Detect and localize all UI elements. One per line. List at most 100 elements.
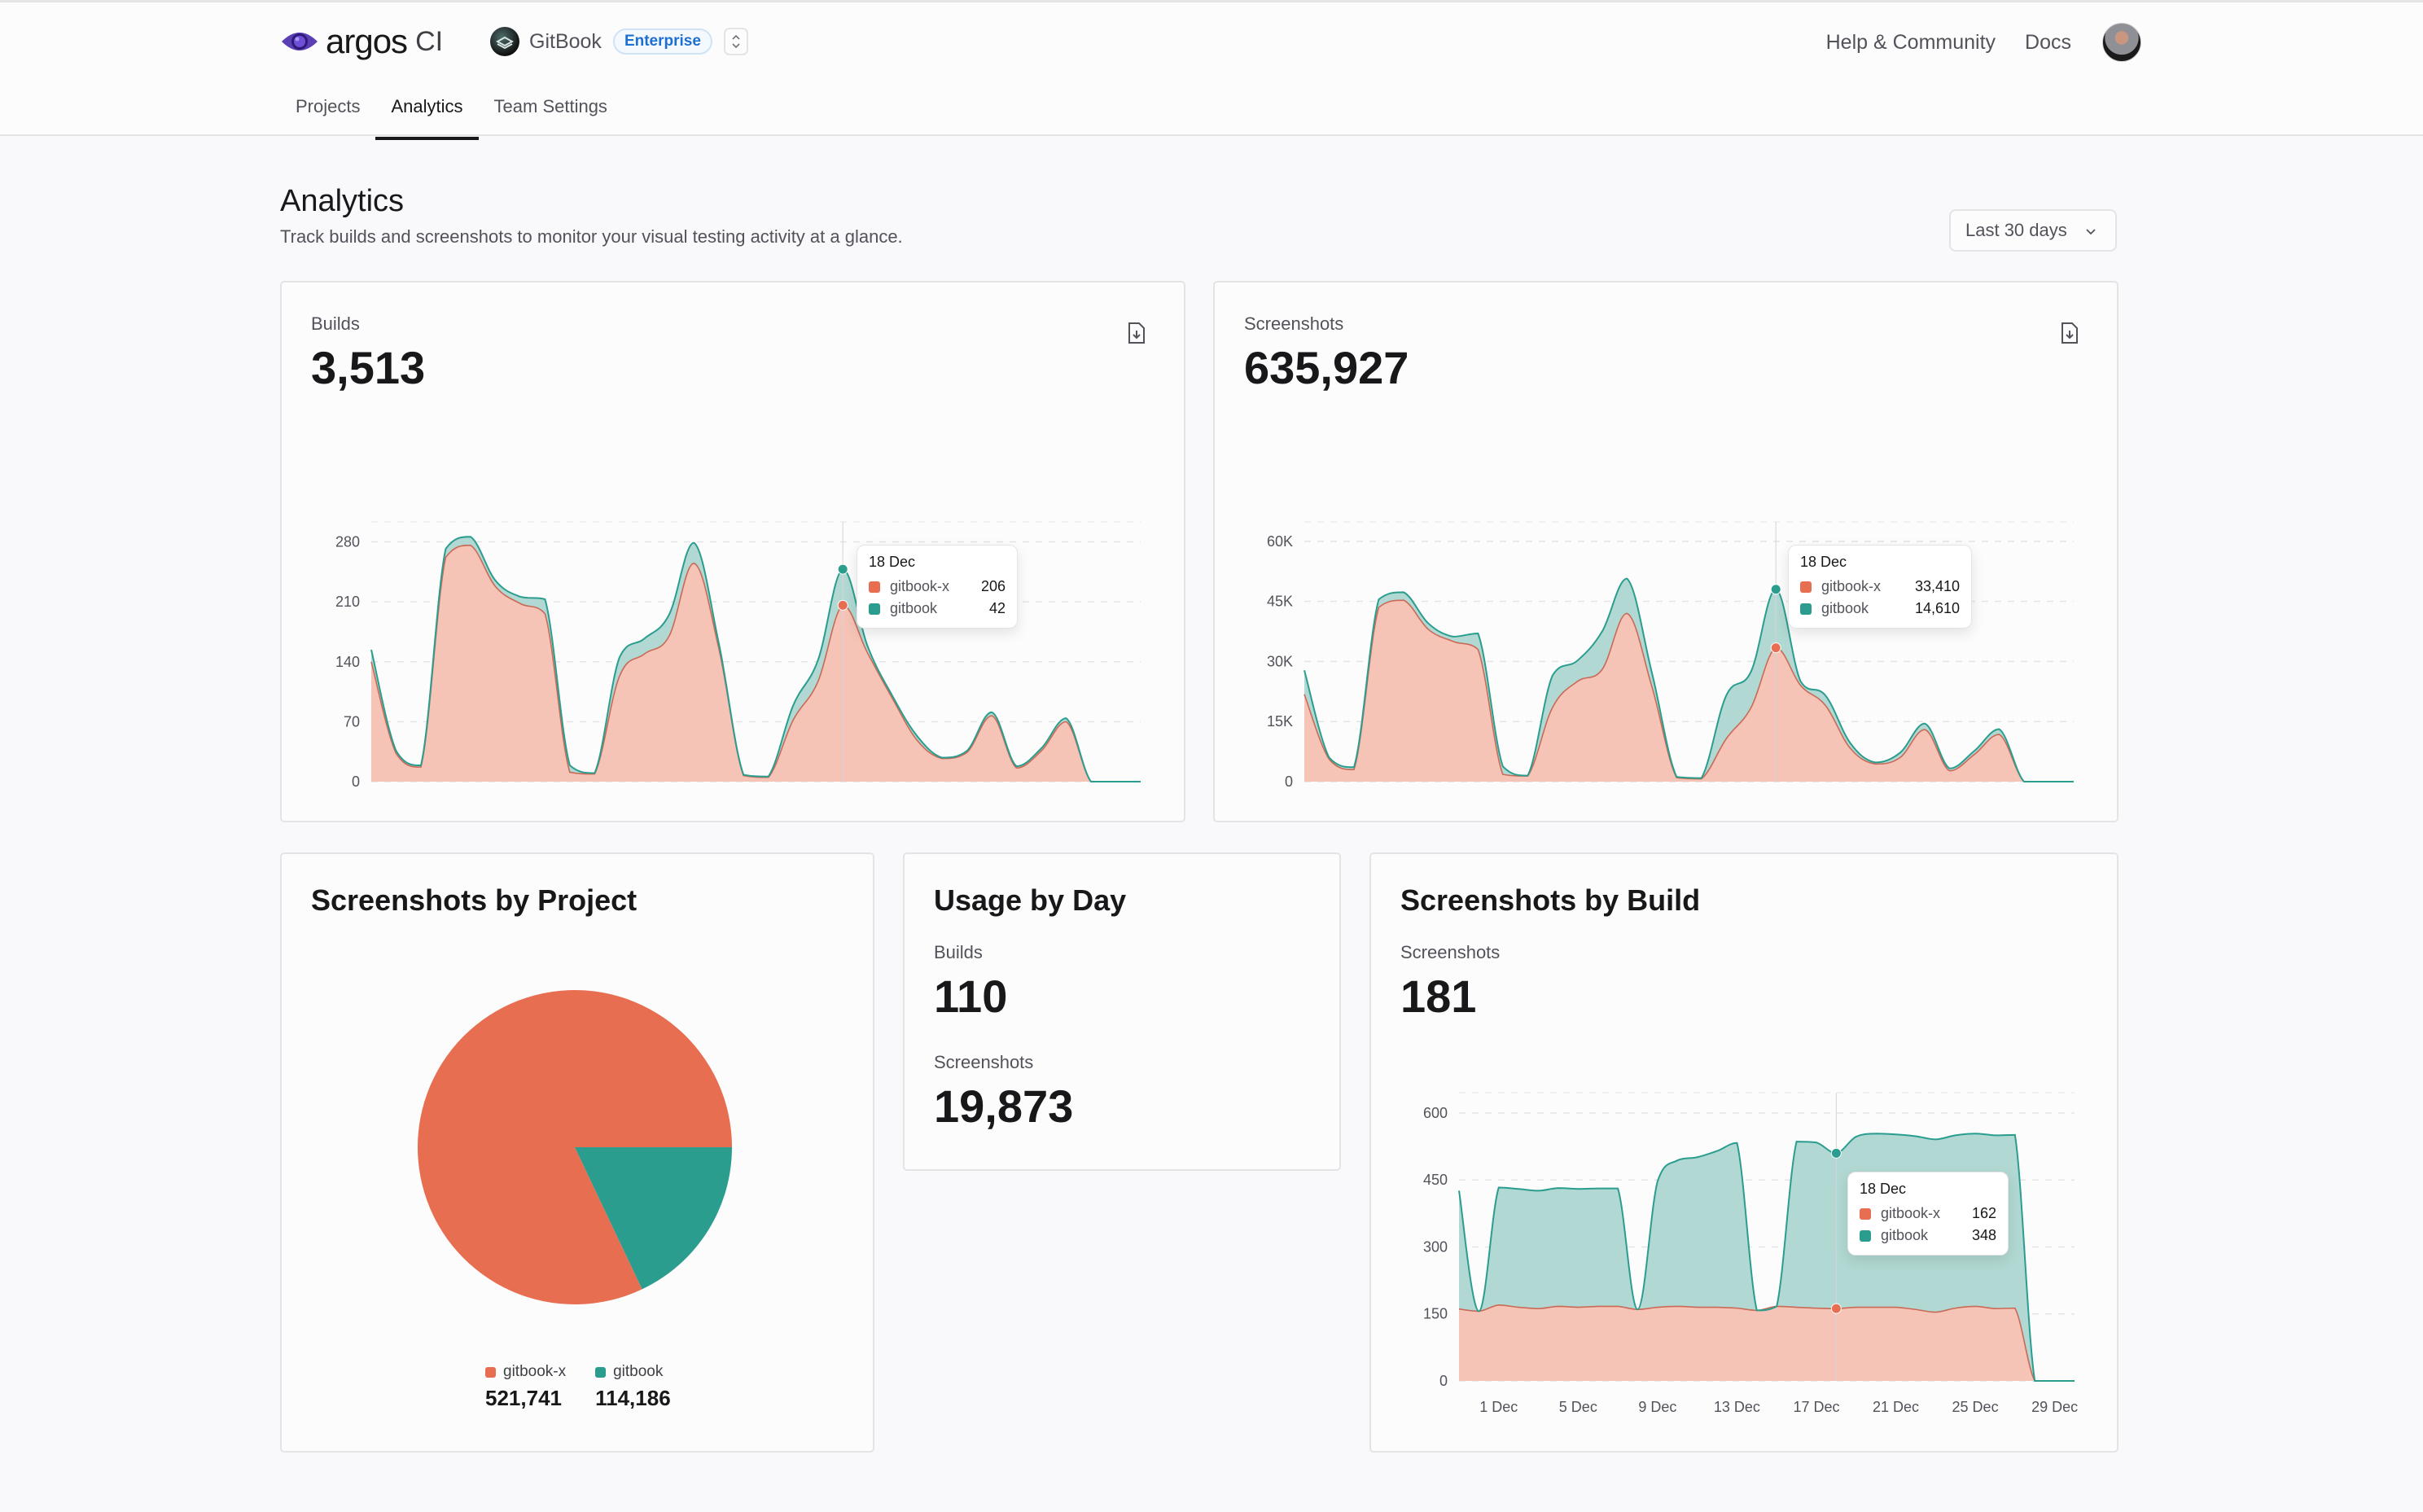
tooltip-date: 18 Dec (869, 554, 916, 570)
hover-dot-gitbook-x (1770, 642, 1781, 654)
legend-item-gitbook-x: gitbook-x 521,741 (485, 1363, 566, 1411)
builds-label: Builds (934, 942, 983, 962)
screenshots-total: 635,927 (1244, 342, 1409, 393)
hover-dot-gitbook-x (837, 599, 848, 611)
screenshots-card: Screenshots 635,927 015K30K45K60K1 Dec5 … (1213, 281, 2118, 822)
legend-label: gitbook (613, 1363, 664, 1380)
user-avatar[interactable] (2102, 23, 2141, 62)
by-build-tooltip: 18 Dec gitbook-x 162 gitbook 348 (1847, 1172, 2009, 1256)
legend-value: 521,741 (485, 1386, 562, 1410)
chevron-down-icon (2086, 229, 2096, 235)
y-tick-label: 600 (1423, 1105, 1448, 1121)
tab-projects[interactable]: Projects (280, 84, 375, 138)
y-tick-label: 450 (1423, 1172, 1448, 1188)
y-tick-label: 210 (335, 594, 360, 610)
y-tick-label: 30K (1267, 653, 1293, 669)
tooltip-series-name: gitbook (1881, 1227, 1929, 1243)
eye-logo-icon (282, 33, 318, 50)
brand-name: argos (326, 22, 408, 60)
tab-team-settings[interactable]: Team Settings (479, 84, 623, 138)
legend-item-gitbook: gitbook 114,186 (595, 1363, 671, 1411)
x-tick-label: 5 Dec (1559, 1399, 1597, 1415)
help-community-link[interactable]: Help & Community (1826, 31, 1996, 55)
y-tick-label: 150 (1423, 1306, 1448, 1322)
screenshots-per-day: 19,873 (934, 1080, 1074, 1132)
y-tick-label: 60K (1267, 533, 1293, 550)
y-tick-label: 140 (335, 654, 360, 670)
builds-chart[interactable]: 0701402102801 Dec5 Dec9 Dec13 Dec17 Dec2… (282, 413, 1185, 787)
argos-logo[interactable]: argos CI (280, 22, 444, 60)
builds-tooltip: 18 Dec gitbook-x 206 gitbook 42 (857, 545, 1018, 629)
docs-link[interactable]: Docs (2025, 31, 2071, 55)
page-title: Analytics (280, 184, 405, 218)
y-tick-label: 45K (1267, 594, 1293, 610)
legend-value: 114,186 (595, 1386, 671, 1410)
hover-dot-gitbook (1770, 584, 1781, 595)
main-tabs: Projects Analytics Team Settings (280, 84, 623, 140)
pie-legend: gitbook-x 521,741 gitbook 114,186 (485, 1363, 671, 1411)
gitbook-x-swatch (869, 581, 880, 593)
tooltip-row: gitbook 14,610 (1800, 598, 1960, 620)
builds-label: Builds (311, 313, 360, 334)
usage-by-day-card: Usage by Day Builds 110 Screenshots 19,8… (903, 852, 1341, 1171)
builds-per-day: 110 (934, 971, 1008, 1022)
tooltip-value: 14,610 (1914, 600, 1960, 616)
tooltip-row: gitbook 42 (869, 598, 1006, 620)
y-tick-label: 70 (344, 713, 360, 730)
screenshots-per-build: 181 (1400, 971, 1477, 1022)
tooltip-date: 18 Dec (1860, 1181, 1907, 1197)
gitbook-x-swatch (1800, 581, 1812, 593)
team-switcher-button[interactable] (723, 28, 748, 55)
tooltip-series-name: gitbook (890, 600, 938, 616)
y-tick-label: 0 (1439, 1373, 1448, 1389)
x-tick-label: 13 Dec (1714, 1399, 1760, 1415)
tooltip-row: gitbook 348 (1860, 1225, 1996, 1247)
export-file-icon[interactable] (1127, 322, 1146, 344)
tooltip-value: 33,410 (1914, 578, 1960, 594)
hover-dot-gitbook-x (1830, 1303, 1842, 1314)
gitbook-x-swatch (1860, 1207, 1871, 1220)
page-subtitle: Track builds and screenshots to monitor … (280, 226, 903, 247)
card-title: Usage by Day (934, 883, 1127, 917)
tooltip-series-name: gitbook-x (1881, 1205, 1941, 1221)
builds-card: Builds 3,513 0701402102801 Dec5 Dec9 Dec… (280, 281, 1185, 822)
gitbook-swatch (595, 1366, 607, 1378)
tooltip-value: 206 (980, 578, 1006, 594)
tooltip-row: gitbook-x 206 (869, 576, 1006, 598)
x-tick-label: 1 Dec (1479, 1399, 1518, 1415)
y-tick-label: 300 (1423, 1238, 1448, 1255)
tooltip-value: 162 (1971, 1205, 1996, 1221)
gitbook-x-swatch (485, 1366, 496, 1378)
gitbook-logo-icon (490, 27, 519, 56)
y-tick-label: 15K (1267, 713, 1293, 730)
date-range-select[interactable]: Last 30 days (1949, 209, 2117, 252)
screenshots-label: Screenshots (934, 1052, 1034, 1072)
gitbook-swatch (869, 603, 880, 615)
export-file-icon[interactable] (2060, 322, 2079, 344)
screenshots-chart[interactable]: 015K30K45K60K1 Dec5 Dec9 Dec13 Dec17 Dec… (1215, 413, 2118, 787)
brand-suffix: CI (415, 25, 444, 57)
team-name: GitBook (529, 29, 602, 53)
date-range-value: Last 30 days (1965, 220, 2067, 240)
x-tick-label: 9 Dec (1638, 1399, 1676, 1415)
hover-dot-gitbook (1830, 1147, 1842, 1159)
card-title: Screenshots by Project (311, 883, 638, 917)
gitbook-swatch (1800, 603, 1812, 615)
hover-dot-gitbook (837, 563, 848, 575)
project-pie-chart[interactable] (412, 984, 738, 1310)
tooltip-row: gitbook-x 33,410 (1800, 576, 1960, 598)
x-tick-label: 17 Dec (1793, 1399, 1839, 1415)
team-selector[interactable]: GitBook Enterprise (490, 25, 748, 58)
area-gitbook-x (1459, 1304, 2075, 1381)
screenshots-by-project-card: Screenshots by Project gitbook-x 521,741… (280, 852, 874, 1453)
tab-analytics[interactable]: Analytics (375, 84, 479, 140)
chevron-up-down-icon (732, 34, 740, 49)
screenshots-tooltip: 18 Dec gitbook-x 33,410 gitbook 14,610 (1788, 545, 1972, 629)
tooltip-value: 42 (988, 600, 1006, 616)
builds-total: 3,513 (311, 342, 426, 393)
tooltip-series-name: gitbook-x (1821, 578, 1882, 594)
top-bar: argos CI GitBook Enterprise Help & Commu… (0, 0, 2423, 140)
y-tick-label: 0 (352, 774, 360, 787)
card-title: Screenshots by Build (1400, 883, 1701, 917)
tooltip-series-name: gitbook (1821, 600, 1869, 616)
